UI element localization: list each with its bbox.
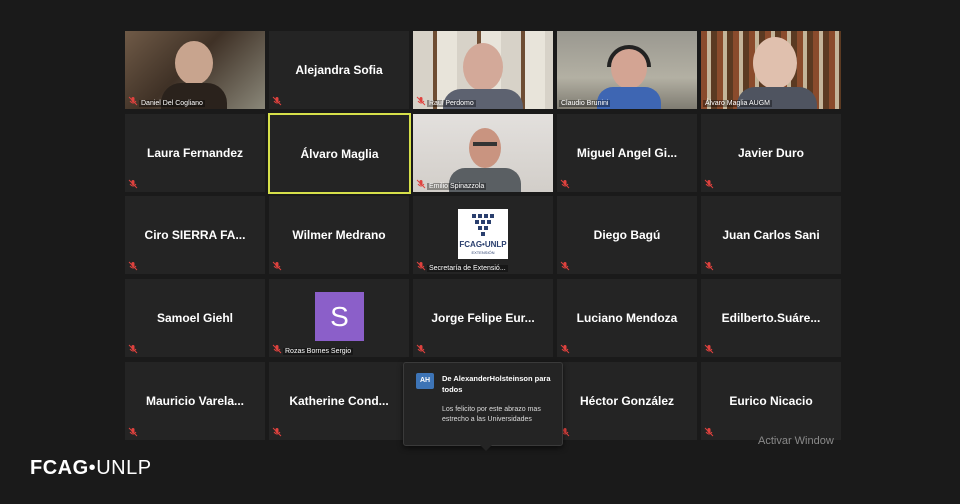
logo-unlp: UNLP [96, 457, 152, 479]
mic-muted-icon [128, 96, 138, 106]
participant-tile[interactable]: Jorge Felipe Eur... [413, 279, 553, 357]
participant-tile[interactable]: Alejandra Sofia [269, 31, 409, 109]
mic-muted-icon [128, 344, 138, 354]
participant-tile[interactable]: Daniel Del Cogliano [125, 31, 265, 109]
chat-sender-avatar: AH [416, 373, 434, 389]
participant-tile[interactable]: Samoel Giehl [125, 279, 265, 357]
fcag-logo-subtext: EXTENSIÓN [471, 250, 494, 255]
participant-name: Jorge Felipe Eur... [431, 311, 535, 325]
mic-muted-icon [560, 179, 570, 189]
participant-tile[interactable]: Katherine Cond... [269, 362, 409, 440]
chat-sender: De AlexanderHolsteinson para todos [442, 374, 551, 394]
participant-name: Juan Carlos Sani [722, 228, 820, 242]
participant-name: Katherine Cond... [289, 394, 389, 408]
participant-tile[interactable]: Eurico Nicacio [701, 362, 841, 440]
participant-tile[interactable]: Javier Duro [701, 114, 841, 192]
video-feed [413, 114, 553, 192]
mic-muted-icon [560, 344, 570, 354]
chat-message: Los felicito por este abrazo mas estrech… [442, 406, 541, 423]
participant-name: Samoel Giehl [156, 311, 234, 325]
mic-muted-icon [560, 261, 570, 271]
participant-name: Ciro SIERRA FA... [144, 228, 246, 242]
mic-muted-icon [272, 427, 282, 437]
participant-name: Alejandra Sofia [295, 63, 383, 77]
participant-name: Héctor González [579, 394, 675, 408]
participant-tile[interactable]: Ciro SIERRA FA... [125, 196, 265, 274]
participant-name: Álvaro Maglia AUGM [703, 100, 772, 107]
participant-name: Daniel Del Cogliano [139, 100, 205, 107]
mic-muted-icon [416, 96, 426, 106]
video-feed [125, 31, 265, 109]
participant-tile[interactable]: S Rozas Bornes Sergio [269, 279, 409, 357]
participant-name: Edilberto.Suáre... [721, 311, 821, 325]
mic-muted-icon [704, 261, 714, 271]
logo-fcag: FCAG [30, 457, 89, 479]
participant-tile[interactable]: Diego Bagú [557, 196, 697, 274]
participant-name: Rozas Bornes Sergio [283, 348, 354, 355]
participant-tile[interactable]: Luciano Mendoza [557, 279, 697, 357]
participant-name: Wilmer Medrano [292, 228, 386, 242]
video-feed [413, 31, 553, 109]
mic-muted-icon [704, 344, 714, 354]
participant-tile[interactable]: Edilberto.Suáre... [701, 279, 841, 357]
mic-muted-icon [128, 179, 138, 189]
mic-muted-icon [272, 344, 282, 354]
mic-muted-icon [416, 261, 426, 271]
mic-muted-icon [272, 261, 282, 271]
mic-muted-icon [704, 427, 714, 437]
video-feed [557, 31, 697, 109]
mic-muted-icon [704, 179, 714, 189]
chat-notification-popup[interactable]: AH De AlexanderHolsteinson para todos Lo… [403, 362, 563, 451]
fcag-logo-text: FCAG•UNLP [459, 240, 507, 249]
participant-name: Claudio Brunini [559, 100, 611, 107]
participant-name: Diego Bagú [593, 228, 661, 242]
mic-muted-icon [128, 427, 138, 437]
mic-muted-icon [416, 344, 426, 354]
participant-name: Eurico Nicacio [729, 394, 813, 408]
mic-muted-icon [128, 261, 138, 271]
participant-tile[interactable]: Claudio Brunini [557, 31, 697, 109]
participant-name: Álvaro Maglia [300, 146, 379, 161]
windows-activation-watermark: Activar Window [758, 435, 834, 447]
active-speaker-tile[interactable]: Álvaro Maglia [268, 113, 411, 194]
video-feed [701, 31, 841, 109]
participant-name: Emilio Spinazzola [427, 183, 487, 190]
participant-tile[interactable]: Mauricio Varela... [125, 362, 265, 440]
avatar: S [315, 292, 364, 341]
mic-muted-icon [272, 96, 282, 106]
participant-tile[interactable]: Laura Fernandez [125, 114, 265, 192]
participant-name: Laura Fernandez [146, 146, 244, 160]
participant-tile[interactable]: Héctor González [557, 362, 697, 440]
participant-tile[interactable]: Juan Carlos Sani [701, 196, 841, 274]
participant-name: Secretaría de Extensió... [427, 265, 508, 272]
participant-name: Raul Perdomo [427, 100, 476, 107]
participant-tile[interactable]: Raul Perdomo [413, 31, 553, 109]
fcag-unlp-logo: FCAG•UNLP [30, 457, 152, 480]
participant-name: Mauricio Varela... [145, 394, 245, 408]
participant-name: Miguel Angel Gi... [576, 146, 678, 160]
participant-name: Luciano Mendoza [576, 311, 678, 325]
participant-name: Javier Duro [737, 146, 805, 160]
participant-tile[interactable]: FCAG•UNLP EXTENSIÓN Secretaría de Extens… [413, 196, 553, 274]
fcag-logo-image: FCAG•UNLP EXTENSIÓN [458, 209, 508, 259]
participant-tile[interactable]: Emilio Spinazzola [413, 114, 553, 192]
participant-tile[interactable]: Wilmer Medrano [269, 196, 409, 274]
participant-tile[interactable]: Álvaro Maglia AUGM [701, 31, 841, 109]
mic-muted-icon [416, 179, 426, 189]
participant-tile[interactable]: Miguel Angel Gi... [557, 114, 697, 192]
